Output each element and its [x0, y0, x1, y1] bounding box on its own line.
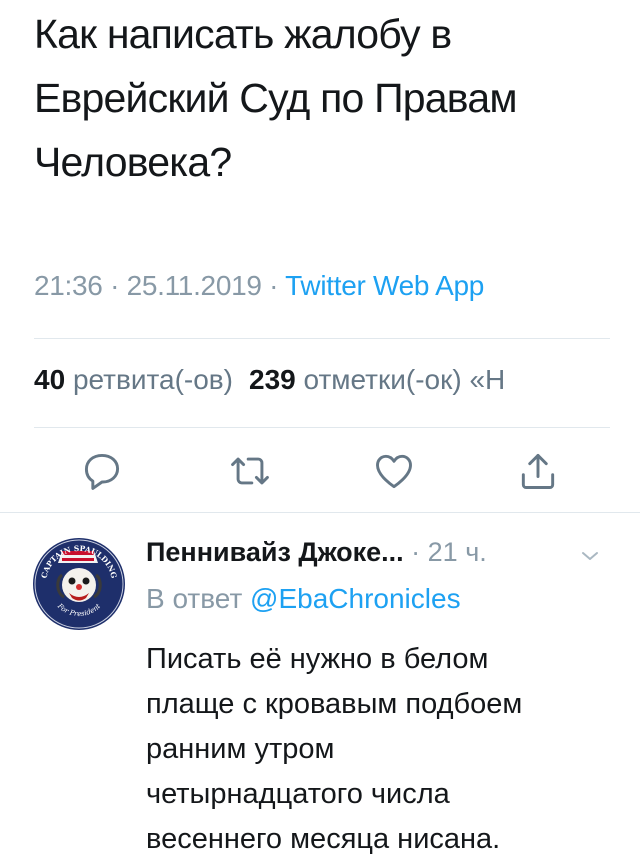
reply-tweet[interactable]: CAPTAIN SPAULDING For President Пеннивай… — [0, 513, 640, 861]
tweet-source-app[interactable]: Twitter Web App — [285, 270, 484, 301]
reply-header: Пеннивайз Джоке... · 21 ч. — [146, 537, 487, 568]
tweet-stats: 40 ретвита(-ов) 239 отметки(-ок) «Н — [34, 364, 505, 396]
tweet-meta: 21:36 · 25.11.2019 · Twitter Web App — [34, 270, 484, 302]
likes-stat[interactable]: 239 отметки(-ок) — [249, 364, 462, 395]
reply-author-name[interactable]: Пеннивайз Джоке... — [146, 537, 404, 567]
retweets-label: ретвита(-ов) — [72, 364, 233, 395]
retweet-icon — [231, 457, 269, 485]
reply-button[interactable] — [76, 445, 128, 497]
chevron-down-icon[interactable] — [580, 549, 600, 563]
share-icon — [521, 453, 555, 489]
reply-text: Писать её нужно в белом плаще с кровавым… — [146, 637, 616, 862]
tweet-actions — [0, 445, 640, 497]
retweets-count: 40 — [34, 364, 66, 395]
reply-text-line: весеннего месяца нисана. — [146, 823, 501, 855]
tweet-time: 21:36 — [34, 270, 103, 301]
meta-separator: · — [269, 270, 279, 301]
reply-text-line: Писать её нужно в белом — [146, 643, 489, 675]
retweet-button[interactable] — [224, 445, 276, 497]
reply-text-line: ранним утром — [146, 733, 335, 765]
reply-timestamp[interactable]: · 21 ч. — [411, 537, 487, 567]
meta-separator: · — [110, 270, 120, 301]
tweet-date: 25.11.2019 — [126, 270, 262, 301]
likes-label: отметки(-ок) — [303, 364, 462, 395]
share-button[interactable] — [512, 445, 564, 497]
reply-context: В ответ @EbaChronicles — [146, 583, 461, 615]
like-button[interactable] — [368, 445, 420, 497]
reply-handle-link[interactable]: @EbaChronicles — [250, 583, 461, 614]
divider — [34, 427, 610, 428]
divider — [34, 338, 610, 339]
tweet-text: Как написать жалобу в Еврейский Суд по П… — [34, 11, 518, 185]
reply-text-line: плаще с кровавым подбоем — [146, 688, 523, 720]
reply-text-line: четырнадцатого числа — [146, 778, 450, 810]
reply-icon — [84, 453, 120, 490]
stats-overflow[interactable]: «Н — [469, 364, 505, 395]
likes-count: 239 — [249, 364, 296, 395]
avatar[interactable]: CAPTAIN SPAULDING For President — [32, 537, 126, 631]
heart-icon — [376, 454, 412, 489]
retweets-stat[interactable]: 40 ретвита(-ов) — [34, 364, 233, 395]
reply-prefix: В ответ — [146, 583, 243, 614]
clown-badge-avatar: CAPTAIN SPAULDING For President — [33, 538, 125, 630]
